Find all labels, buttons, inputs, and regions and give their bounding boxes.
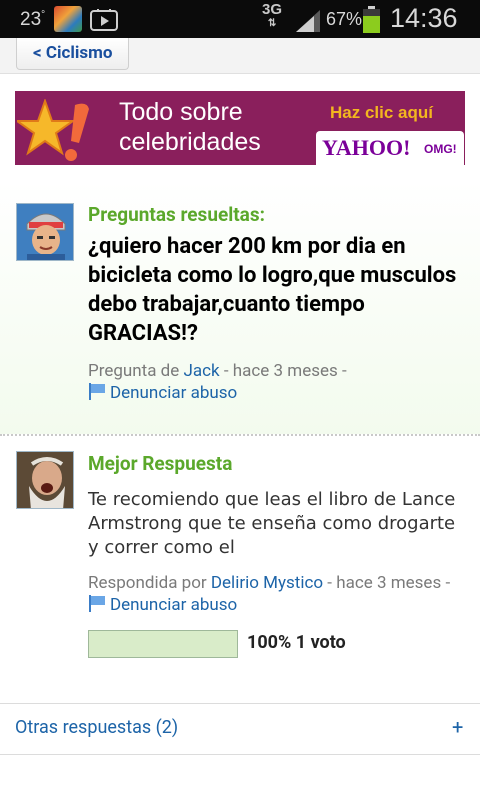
answerer-avatar[interactable]: [16, 451, 74, 509]
section-divider: [0, 434, 480, 436]
expand-icon[interactable]: +: [452, 715, 463, 739]
report-abuse-link[interactable]: Denunciar abuso: [110, 595, 237, 615]
play-store-icon: [90, 9, 118, 31]
question-title: ¿quiero hacer 200 km por dia en biciclet…: [88, 234, 457, 346]
network-type: 3G ⇅: [262, 1, 283, 29]
ad-cta[interactable]: Haz clic aquí: [330, 103, 433, 123]
ad-headline: Todo sobre celebridades: [119, 98, 261, 156]
question-section: Preguntas resueltas: ¿quiero hacer 200 k…: [0, 180, 480, 434]
signal-icon: [296, 10, 320, 32]
back-button[interactable]: < Ciclismo: [16, 38, 130, 70]
asker-link[interactable]: Jack: [184, 361, 220, 381]
answer-meta: Respondida por Delirio Mystico - hace 3 …: [88, 573, 451, 615]
report-abuse-link[interactable]: Denunciar abuso: [110, 383, 237, 403]
vote-progress-bar: [88, 630, 238, 658]
answerer-link[interactable]: Delirio Mystico: [211, 573, 323, 593]
yahoo-logo: YAHOO! OMG!: [316, 131, 464, 165]
weather-icon: [54, 6, 82, 32]
question-label: Preguntas resueltas:: [88, 203, 265, 226]
flag-icon: [89, 383, 105, 400]
question-meta: Pregunta de Jack - hace 3 meses - Denunc…: [88, 361, 347, 403]
flag-icon: [89, 595, 105, 612]
best-answer-body: Te recomiendo que leas el libro de Lance…: [88, 489, 456, 558]
ad-banner[interactable]: Todo sobre celebridades Haz clic aquí YA…: [15, 91, 465, 165]
nav-bar: < Ciclismo: [0, 38, 480, 74]
clock: 14:36: [390, 3, 458, 33]
battery-icon: [363, 6, 380, 33]
knight-avatar-icon: [17, 204, 73, 260]
status-bar: 23° 3G ⇅ 67% 14:36: [0, 0, 480, 38]
best-answer-label: Mejor Respuesta: [88, 452, 233, 475]
bearded-man-avatar-icon: [17, 452, 73, 508]
other-answers-label[interactable]: Otras respuestas (2): [15, 717, 178, 738]
star-exclamation-icon: [17, 99, 89, 161]
asker-avatar[interactable]: [16, 203, 74, 261]
vote-count: 100% 1 voto: [247, 632, 346, 653]
battery-percent: 67%: [326, 9, 363, 29]
temperature-readout: 23°: [20, 9, 46, 30]
other-answers-row[interactable]: Otras respuestas (2) +: [0, 703, 480, 755]
